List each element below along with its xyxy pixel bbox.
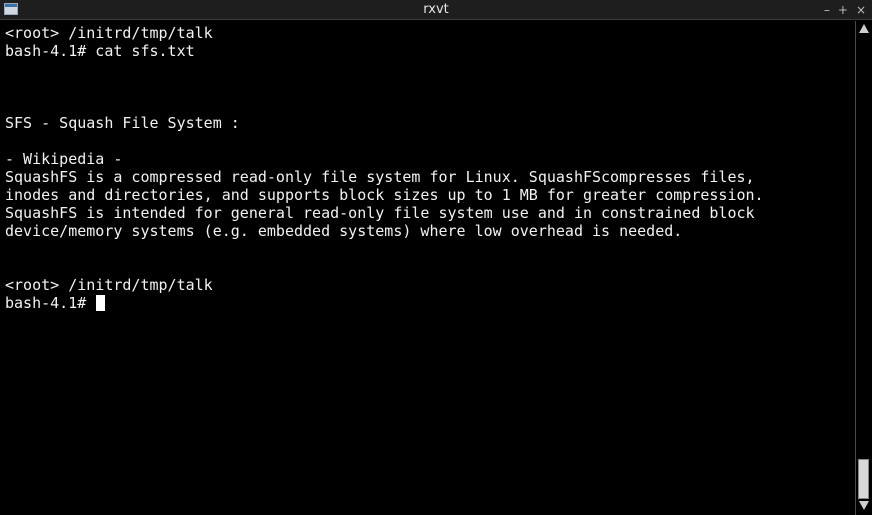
terminal-line: <root> /initrd/tmp/talk	[5, 276, 213, 294]
terminal-line: inodes and directories, and supports blo…	[5, 186, 764, 204]
terminal-line: SquashFS is a compressed read-only file …	[5, 168, 755, 186]
text-cursor	[96, 295, 106, 311]
scroll-up-arrow-icon[interactable]	[859, 24, 869, 33]
terminal-line: device/memory systems (e.g. embedded sys…	[5, 222, 683, 240]
title-bar[interactable]: rxvt – + ×	[0, 0, 872, 20]
window-controls: – + ×	[824, 1, 866, 19]
terminal-line: SquashFS is intended for general read-on…	[5, 204, 755, 222]
prompt-line[interactable]: bash-4.1#	[5, 294, 854, 312]
window-title: rxvt	[423, 2, 449, 17]
terminal-output[interactable]: <root> /initrd/tmp/talk bash-4.1# cat sf…	[0, 21, 854, 515]
scrollbar[interactable]	[855, 21, 872, 515]
close-button[interactable]: ×	[856, 2, 866, 18]
maximize-button[interactable]: +	[838, 2, 848, 18]
scrollbar-thumb[interactable]	[858, 459, 869, 499]
terminal-line: <root> /initrd/tmp/talk	[5, 24, 213, 42]
terminal-line: SFS - Squash File System :	[5, 114, 240, 132]
scroll-down-arrow-icon[interactable]	[859, 501, 869, 510]
terminal-line: bash-4.1# cat sfs.txt	[5, 42, 195, 60]
minimize-button[interactable]: –	[824, 2, 830, 18]
prompt-text: bash-4.1#	[5, 294, 96, 312]
scrollbar-track[interactable]	[858, 35, 870, 501]
terminal-line: - Wikipedia -	[5, 150, 123, 168]
